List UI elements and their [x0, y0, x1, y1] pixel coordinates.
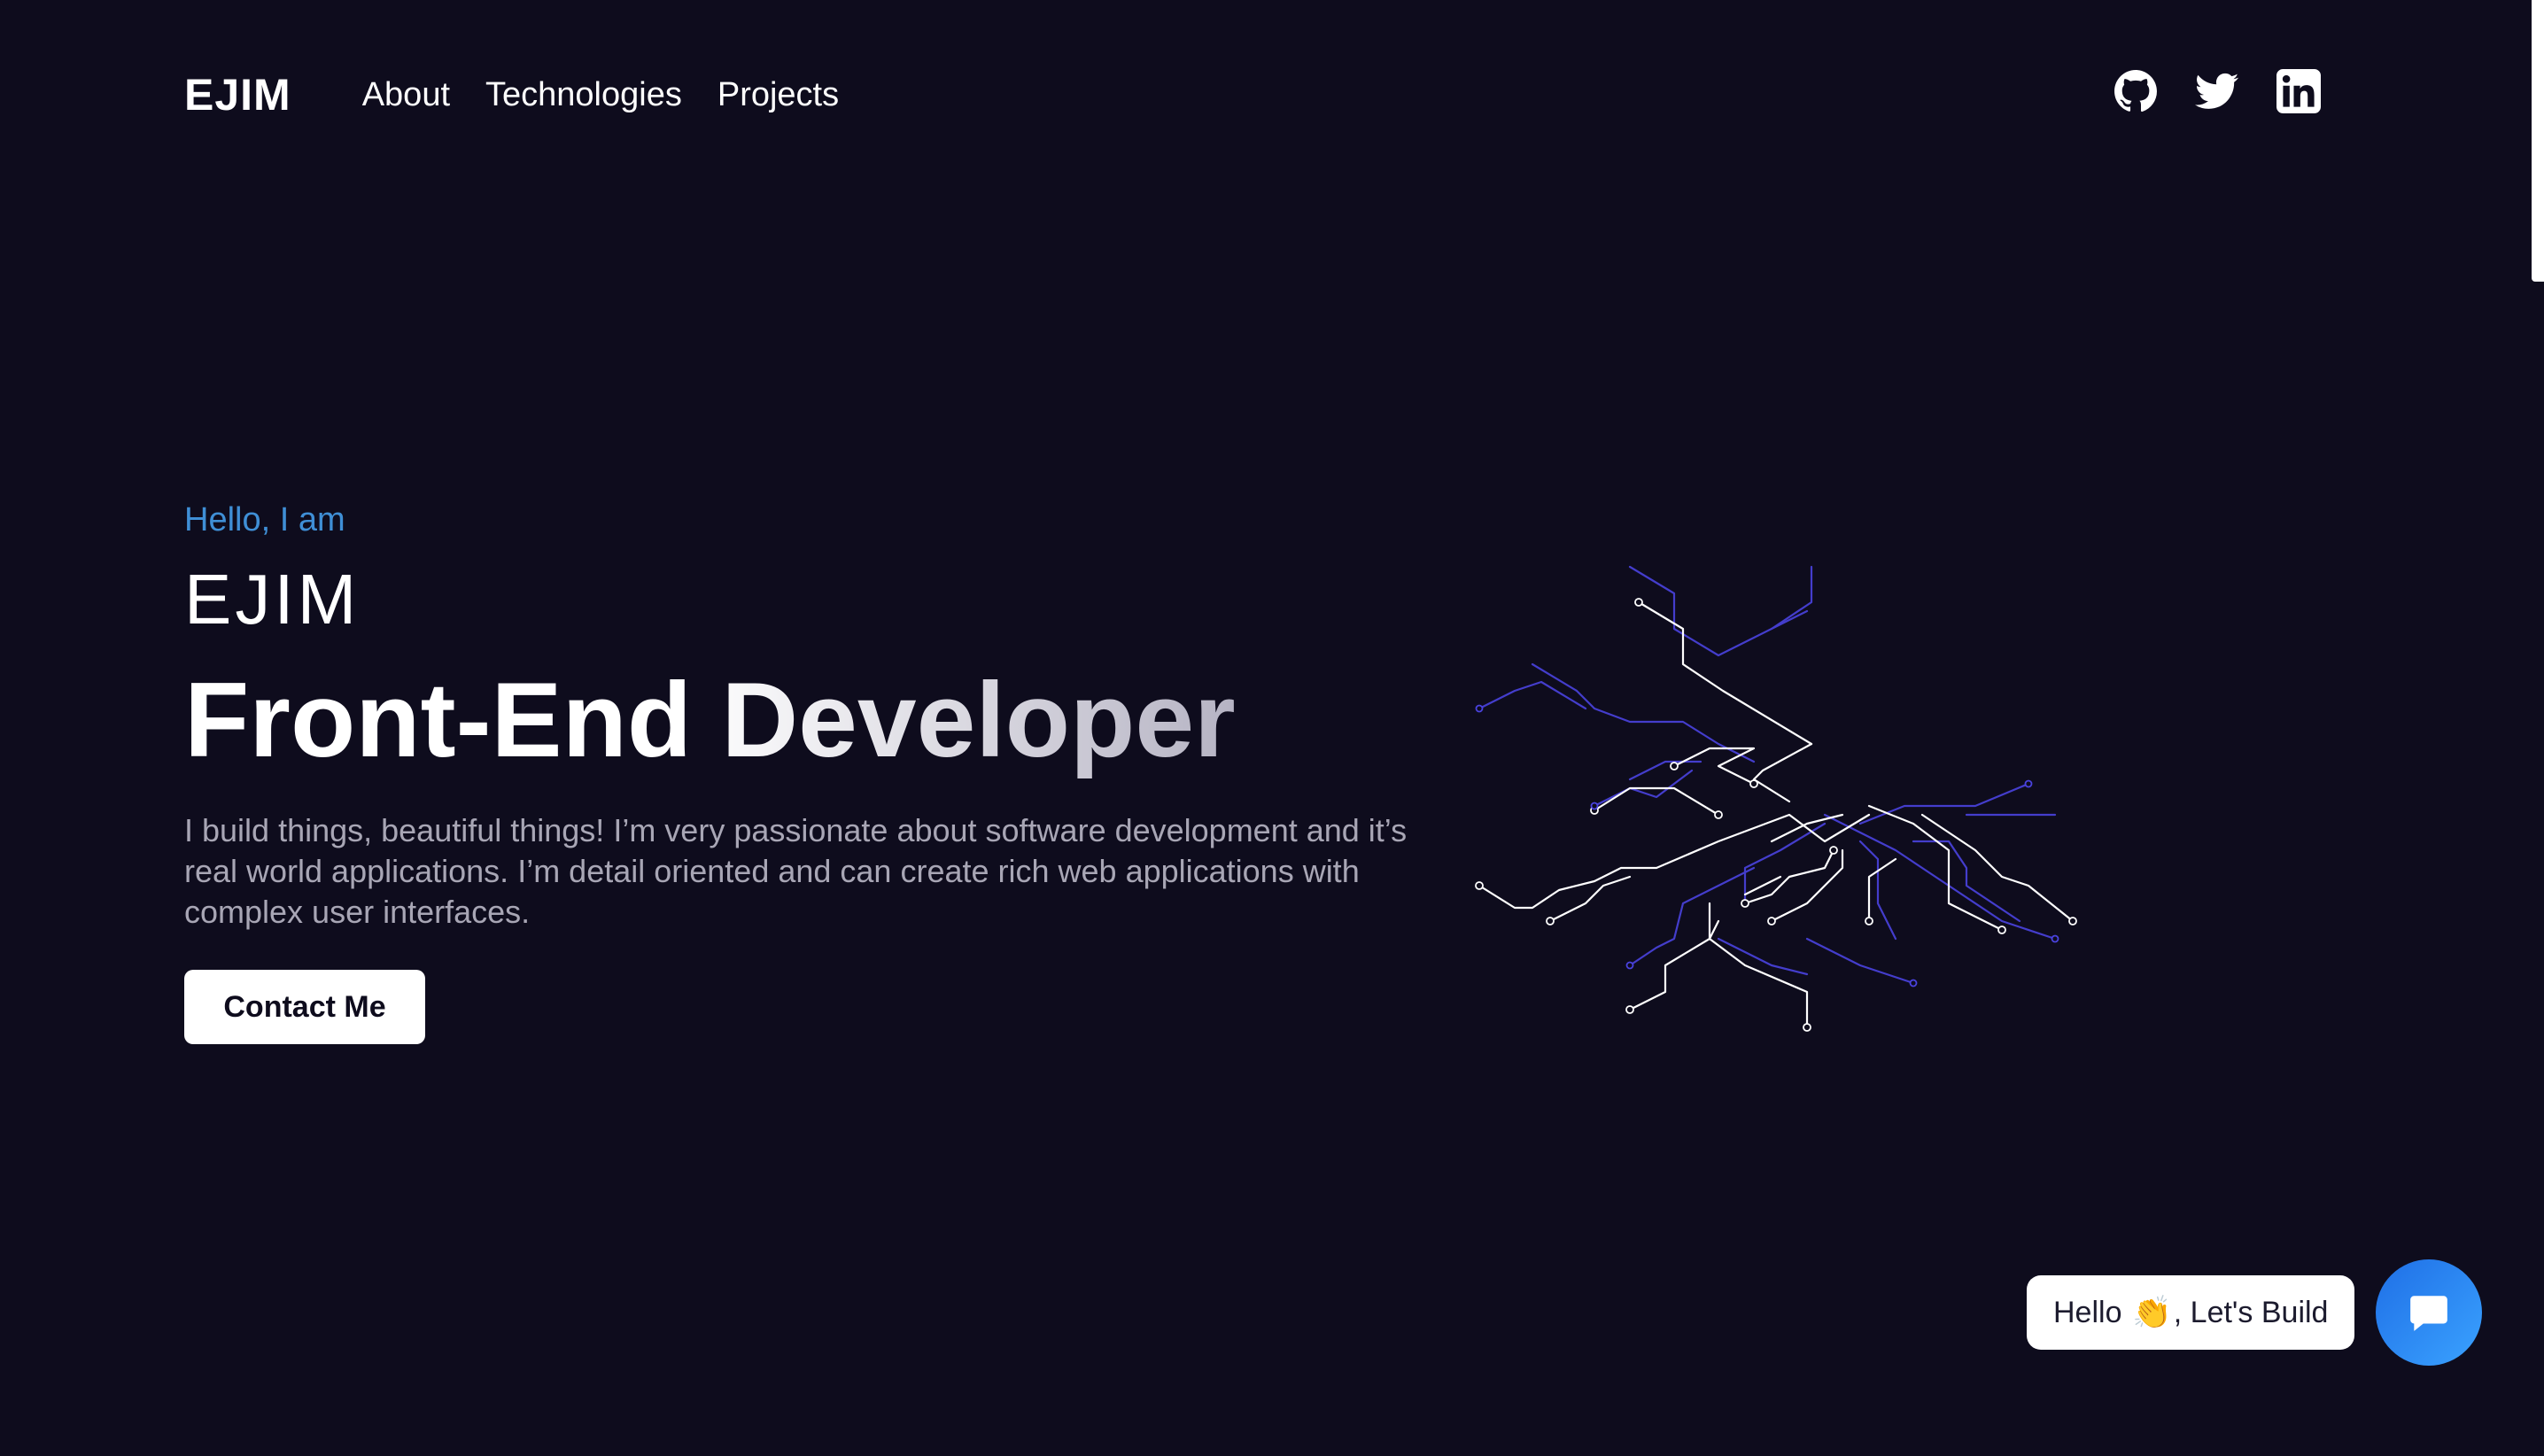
hero-description: I build things, beautiful things! I’m ve…: [184, 812, 1408, 930]
contact-me-button[interactable]: Contact Me: [184, 970, 425, 1044]
nav-links: About Technologies Projects: [362, 76, 839, 114]
twitter-icon[interactable]: [2195, 69, 2239, 113]
page: EJIM About Technologies Projects Hello, …: [0, 0, 2544, 1456]
circuit-illustration: [1475, 565, 2077, 1032]
scrollbar-thumb[interactable]: [2532, 0, 2544, 282]
github-icon[interactable]: [2114, 69, 2158, 113]
chat-greeting-text-start: Hello: [2053, 1295, 2130, 1329]
social-links: [2114, 69, 2321, 113]
nav-link-technologies[interactable]: Technologies: [485, 76, 682, 114]
nav-link-projects[interactable]: Projects: [717, 76, 839, 114]
clapping-hands-icon: 👏: [2131, 1294, 2172, 1330]
chat-greeting-bubble[interactable]: Hello 👏 , Let's Build: [2027, 1275, 2355, 1350]
logo[interactable]: EJIM: [184, 69, 291, 120]
hero-section: Hello, I am EJIM Front-End Developer I b…: [184, 501, 1442, 1044]
linkedin-icon[interactable]: [2276, 69, 2321, 113]
hero-role-title: Front-End Developer: [184, 662, 1442, 778]
scrollbar[interactable]: [2528, 0, 2544, 1456]
nav-link-about[interactable]: About: [362, 76, 450, 114]
hero-name: EJIM: [184, 560, 361, 639]
top-nav: EJIM About Technologies Projects: [184, 69, 839, 120]
chat-open-button[interactable]: [2376, 1259, 2482, 1366]
chat-icon: [2410, 1296, 2447, 1331]
chat-greeting-text-end: , Let's Build: [2173, 1295, 2329, 1329]
hero-greeting: Hello, I am: [184, 501, 345, 538]
